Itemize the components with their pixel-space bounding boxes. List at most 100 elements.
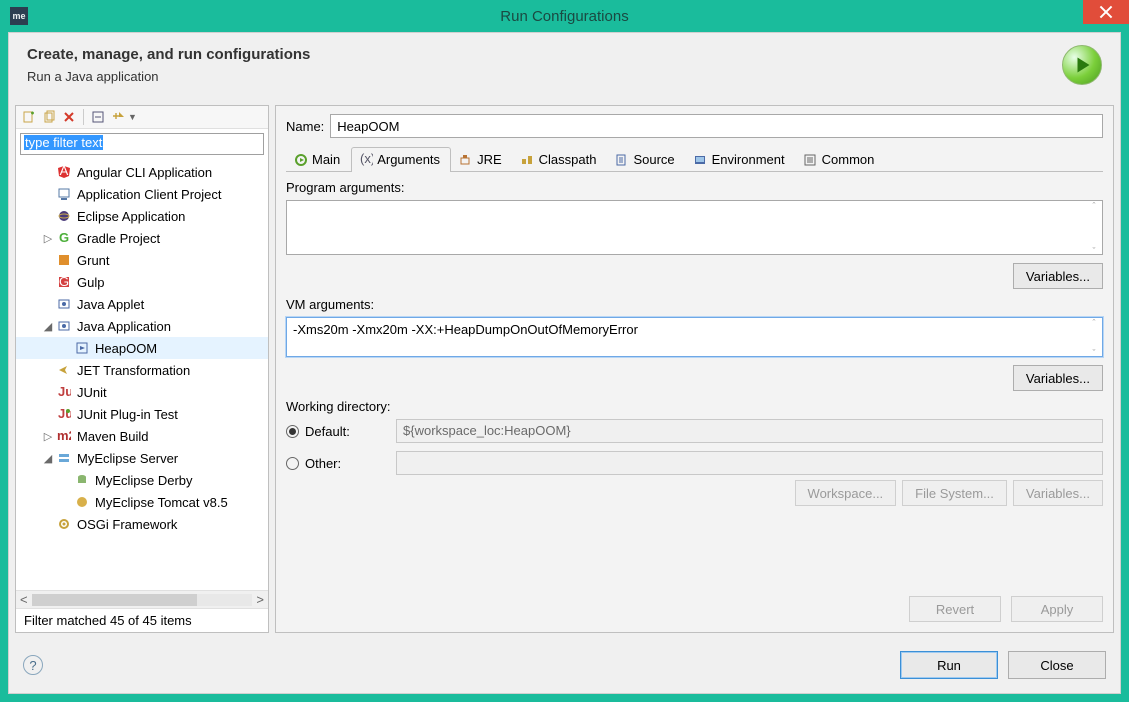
dialog-button-bar: ? Run Close <box>9 639 1120 693</box>
tree-item-label: Grunt <box>77 253 110 268</box>
window-close-button[interactable] <box>1083 0 1129 24</box>
tree-expander-icon[interactable] <box>42 166 54 178</box>
header-subtitle: Run a Java application <box>27 69 310 84</box>
tree-expander-icon[interactable] <box>42 276 54 288</box>
tab-environment[interactable]: Environment <box>686 147 796 172</box>
main-icon <box>293 152 308 167</box>
tree-item-junit[interactable]: JuJUnit <box>16 381 268 403</box>
tree-expander-icon[interactable] <box>42 386 54 398</box>
tree-item-grunt[interactable]: Grunt <box>16 249 268 271</box>
tab-classpath[interactable]: Classpath <box>513 147 608 172</box>
configurations-tree[interactable]: AAngular CLI Application Application Clie… <box>16 159 268 590</box>
tree-expander-icon[interactable] <box>42 364 54 376</box>
tab-source[interactable]: Source <box>607 147 685 172</box>
scroll-left-icon[interactable]: < <box>20 592 28 607</box>
svg-text:Ju: Ju <box>58 407 71 421</box>
filter-input[interactable]: type filter text <box>20 133 264 155</box>
program-arguments-input[interactable] <box>286 200 1103 255</box>
tree-expander-icon[interactable] <box>42 408 54 420</box>
dialog-body: Create, manage, and run configurations R… <box>8 32 1121 694</box>
dropdown-caret-icon[interactable]: ▼ <box>128 112 137 122</box>
vm-arguments-input[interactable] <box>286 317 1103 357</box>
delete-config-icon[interactable] <box>61 109 77 125</box>
tree-expander-icon[interactable] <box>60 342 72 354</box>
run-button[interactable]: Run <box>900 651 998 679</box>
vm-variables-button[interactable]: Variables... <box>1013 365 1103 391</box>
jre-icon <box>458 152 473 167</box>
filter-menu-icon[interactable] <box>110 109 126 125</box>
header-title: Create, manage, and run configurations <box>27 46 310 63</box>
junitplug-icon: Ju <box>56 406 72 422</box>
config-editor-panel: Name: Main (x)=ArgumentsJREClasspathSourc… <box>275 105 1114 633</box>
tree-expander-icon[interactable] <box>42 254 54 266</box>
tree-item-myeclipse-tomcat-v8-5[interactable]: MyEclipse Tomcat v8.5 <box>16 491 268 513</box>
tree-item-label: Eclipse Application <box>77 209 185 224</box>
workdir-workspace-button[interactable]: Workspace... <box>795 480 897 506</box>
apply-button[interactable]: Apply <box>1011 596 1103 622</box>
tree-item-maven-build[interactable]: ▷m2Maven Build <box>16 425 268 447</box>
close-button[interactable]: Close <box>1008 651 1106 679</box>
tree-item-junit-plug-in-test[interactable]: JuJUnit Plug-in Test <box>16 403 268 425</box>
svg-text:Ju: Ju <box>58 385 71 399</box>
program-arguments-label: Program arguments: <box>286 180 1103 195</box>
filter-status: Filter matched 45 of 45 items <box>16 608 268 632</box>
scroll-right-icon[interactable]: > <box>256 592 264 607</box>
tree-expander-icon[interactable] <box>42 210 54 222</box>
javarun-icon <box>74 340 90 356</box>
classpath-icon <box>520 152 535 167</box>
new-config-icon[interactable] <box>21 109 37 125</box>
svg-text:m2: m2 <box>57 429 71 443</box>
workdir-default-radio[interactable]: Default: <box>286 424 396 439</box>
tree-item-gradle-project[interactable]: ▷GGradle Project <box>16 227 268 249</box>
tree-item-osgi-framework[interactable]: OSGi Framework <box>16 513 268 535</box>
tree-expander-icon[interactable]: ◢ <box>42 320 54 332</box>
tree-expander-icon[interactable] <box>60 474 72 486</box>
tab-main[interactable]: Main <box>286 147 351 172</box>
program-variables-button[interactable]: Variables... <box>1013 263 1103 289</box>
collapse-all-icon[interactable] <box>90 109 106 125</box>
tree-expander-icon[interactable]: ▷ <box>42 232 54 244</box>
tree-item-myeclipse-server[interactable]: ◢MyEclipse Server <box>16 447 268 469</box>
tab-jre[interactable]: JRE <box>451 147 513 172</box>
header-band: Create, manage, and run configurations R… <box>9 33 1120 99</box>
tab-label: Environment <box>712 152 785 167</box>
tree-expander-icon[interactable] <box>42 518 54 530</box>
tree-expander-icon[interactable] <box>42 188 54 200</box>
tab-common[interactable]: Common <box>796 147 886 172</box>
title-bar: me Run Configurations <box>0 0 1129 32</box>
workdir-other-radio[interactable]: Other: <box>286 456 396 471</box>
tree-item-java-application[interactable]: ◢Java Application <box>16 315 268 337</box>
revert-button[interactable]: Revert <box>909 596 1001 622</box>
tree-item-java-applet[interactable]: Java Applet <box>16 293 268 315</box>
window-title: Run Configurations <box>500 8 628 25</box>
tree-item-eclipse-application[interactable]: Eclipse Application <box>16 205 268 227</box>
horizontal-scrollbar[interactable]: < > <box>16 590 268 608</box>
svg-text:G: G <box>59 231 69 245</box>
tree-item-label: Gulp <box>77 275 104 290</box>
tab-label: Main <box>312 152 340 167</box>
help-button[interactable]: ? <box>23 655 43 675</box>
tree-item-gulp[interactable]: GGulp <box>16 271 268 293</box>
workdir-variables-button[interactable]: Variables... <box>1013 480 1103 506</box>
tree-expander-icon[interactable] <box>60 496 72 508</box>
tree-item-angular-cli-application[interactable]: AAngular CLI Application <box>16 161 268 183</box>
java-icon <box>56 296 72 312</box>
source-icon <box>614 152 629 167</box>
working-directory-label: Working directory: <box>286 399 1103 414</box>
name-input[interactable] <box>330 114 1103 138</box>
close-icon <box>1099 5 1113 19</box>
name-label: Name: <box>286 119 324 134</box>
tree-expander-icon[interactable]: ▷ <box>42 430 54 442</box>
tree-item-myeclipse-derby[interactable]: MyEclipse Derby <box>16 469 268 491</box>
tree-expander-icon[interactable] <box>42 298 54 310</box>
workdir-filesystem-button[interactable]: File System... <box>902 480 1007 506</box>
tab-arguments[interactable]: (x)=Arguments <box>351 147 451 172</box>
tree-item-label: Application Client Project <box>77 187 222 202</box>
tree-item-label: OSGi Framework <box>77 517 177 532</box>
tree-item-jet-transformation[interactable]: JET Transformation <box>16 359 268 381</box>
duplicate-config-icon[interactable] <box>41 109 57 125</box>
tree-expander-icon[interactable]: ◢ <box>42 452 54 464</box>
tree-item-application-client-project[interactable]: Application Client Project <box>16 183 268 205</box>
grunt-icon <box>56 252 72 268</box>
tree-item-heapoom[interactable]: HeapOOM <box>16 337 268 359</box>
